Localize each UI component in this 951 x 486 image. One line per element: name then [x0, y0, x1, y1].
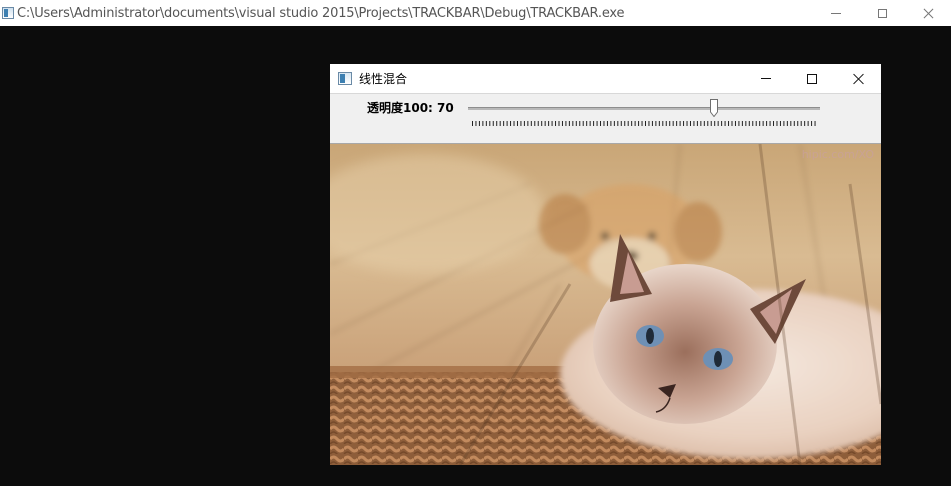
window-app-icon: [338, 72, 352, 85]
blended-image: hipic.com/XO: [330, 144, 881, 465]
minimize-icon: [761, 78, 771, 79]
console-titlebar[interactable]: C:\Users\Administrator\documents\visual …: [0, 0, 951, 26]
minimize-icon: [831, 12, 841, 14]
console-window-controls: [813, 0, 951, 26]
highgui-titlebar[interactable]: 线性混合: [330, 64, 881, 94]
close-icon: [853, 73, 864, 84]
maximize-icon: [877, 8, 887, 18]
blended-image-canvas: hipic.com/XO: [330, 144, 881, 465]
trackbar-track[interactable]: [468, 107, 820, 110]
highgui-window: 线性混合 透明度100: 70 hipic.com/XO: [330, 64, 881, 465]
close-icon: [923, 8, 934, 19]
highgui-close-button[interactable]: [835, 64, 881, 93]
image-watermark: hipic.com/XO: [802, 148, 875, 161]
console-app-icon: [2, 7, 14, 19]
highgui-window-controls: [743, 64, 881, 93]
console-window-title: C:\Users\Administrator\documents\visual …: [17, 5, 625, 21]
trackbar-thumb[interactable]: [710, 99, 719, 117]
trackbar-ticks: [472, 121, 816, 126]
console-close-button[interactable]: [905, 0, 951, 26]
trackbar-panel: 透明度100: 70: [330, 94, 881, 144]
highgui-maximize-button[interactable]: [789, 64, 835, 93]
trackbar-label: 透明度100: 70: [367, 101, 454, 115]
maximize-icon: [807, 73, 817, 84]
console-minimize-button[interactable]: [813, 0, 859, 26]
highgui-window-title: 线性混合: [359, 72, 408, 86]
console-maximize-button[interactable]: [859, 0, 905, 26]
highgui-minimize-button[interactable]: [743, 64, 789, 93]
